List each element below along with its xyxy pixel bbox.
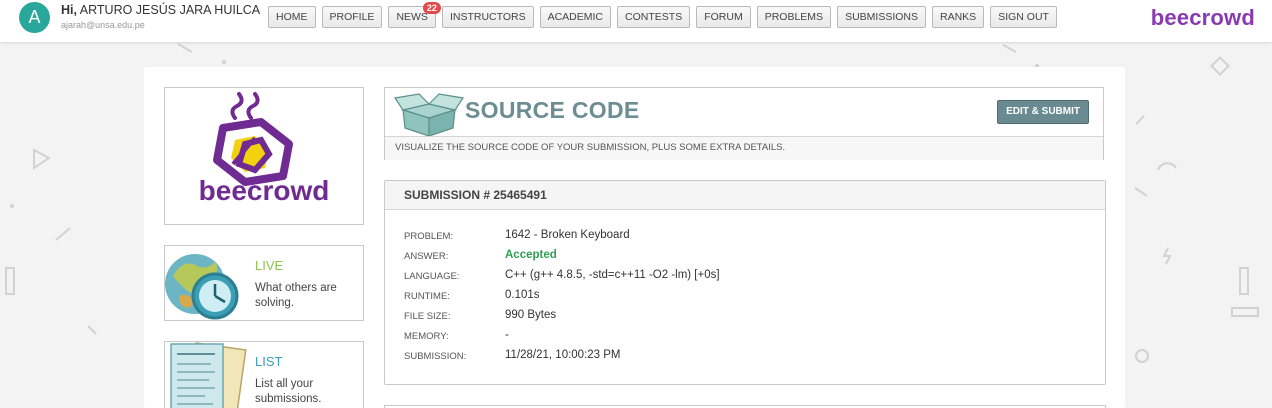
runtime-value: 0.101s	[505, 289, 540, 301]
detail-row-language: LANGUAGE: C++ (g++ 4.8.5, -std=c++11 -O2…	[404, 268, 1084, 288]
submission-details-box: SUBMISSION # 25465491 PROBLEM: 1642 - Br…	[384, 180, 1106, 385]
nav-home[interactable]: HOME	[268, 6, 316, 28]
memory-value: -	[505, 329, 509, 341]
document-list-icon	[170, 342, 247, 408]
brand-logo-box[interactable]: beecrowd	[164, 87, 364, 225]
edit-submit-button[interactable]: EDIT & SUBMIT	[997, 100, 1089, 124]
user-info: Hi, ARTURO JESÚS JARA HUILCA ajarah@unsa…	[61, 3, 260, 30]
detail-row-problem: PROBLEM: 1642 - Broken Keyboard	[404, 228, 1084, 248]
nav-profile[interactable]: PROFILE	[321, 6, 383, 28]
nav-contests[interactable]: CONTESTS	[617, 6, 691, 28]
detail-row-runtime: RUNTIME: 0.101s	[404, 288, 1084, 308]
live-description: What others are solving.	[255, 282, 337, 309]
detail-label: RUNTIME:	[404, 291, 450, 302]
detail-label: SUBMISSION:	[404, 351, 467, 362]
list-title: LIST	[255, 354, 283, 369]
nav-instructors-label: INSTRUCTORS	[449, 11, 526, 23]
nav-instructors[interactable]: INSTRUCTORS	[441, 6, 534, 28]
nav-problems[interactable]: PROBLEMS	[756, 6, 832, 28]
file-size-value: 990 Bytes	[505, 309, 557, 321]
detail-row-answer: ANSWER: Accepted	[404, 248, 1084, 268]
nav-submissions[interactable]: SUBMISSIONS	[837, 6, 926, 28]
avatar[interactable]: A	[19, 2, 50, 33]
nav-news[interactable]: NEWS 22	[388, 2, 441, 28]
problem-link[interactable]: 1642 - Broken Keyboard	[505, 229, 630, 241]
user-name: ARTURO JESÚS JARA HUILCA	[79, 3, 261, 17]
open-box-icon	[393, 93, 465, 137]
top-bar: A Hi, ARTURO JESÚS JARA HUILCA ajarah@un…	[0, 0, 1272, 42]
language-value: C++ (g++ 4.8.5, -std=c++11 -O2 -lm) [+0s…	[505, 269, 720, 281]
nav-academic-label: ACADEMIC	[547, 11, 604, 23]
detail-label: FILE SIZE:	[404, 311, 451, 322]
submission-heading: SUBMISSION # 25465491	[385, 181, 1105, 210]
nav-problems-label: PROBLEMS	[764, 11, 824, 23]
nav-home-label: HOME	[276, 11, 308, 23]
main-panel: beecrowd LIVE What others are solving. L…	[144, 67, 1125, 408]
nav-ranks[interactable]: RANKS	[932, 6, 985, 28]
brand-logo-top[interactable]: beecrowd	[1151, 5, 1255, 31]
nav-sign-out[interactable]: SIGN OUT	[990, 6, 1057, 28]
nav-news-label: NEWS	[396, 11, 428, 23]
detail-label: PROBLEM:	[404, 231, 454, 242]
main-nav: HOME PROFILE NEWS 22 INSTRUCTORS ACADEMIC…	[268, 2, 1063, 28]
news-count-badge: 22	[422, 2, 441, 14]
page-title: SOURCE CODE	[465, 97, 640, 123]
live-card[interactable]: LIVE What others are solving.	[164, 245, 364, 321]
detail-row-file-size: FILE SIZE: 990 Bytes	[404, 308, 1084, 328]
nav-profile-label: PROFILE	[329, 11, 375, 23]
nav-sign-out-label: SIGN OUT	[998, 11, 1049, 23]
user-name-line: Hi, ARTURO JESÚS JARA HUILCA	[61, 3, 260, 17]
answer-status: Accepted	[505, 249, 557, 261]
user-email: ajarah@unsa.edu.pe	[61, 20, 145, 30]
page-subtitle: VISUALIZE THE SOURCE CODE OF YOUR SUBMIS…	[385, 136, 1103, 160]
nav-forum[interactable]: FORUM	[696, 6, 751, 28]
nav-ranks-label: RANKS	[940, 11, 977, 23]
detail-row-memory: MEMORY: -	[404, 328, 1084, 348]
list-card[interactable]: LIST List all your submissions.	[164, 341, 364, 408]
detail-row-submission-date: SUBMISSION: 11/28/21, 10:00:23 PM	[404, 348, 1084, 368]
source-code-header: SOURCE CODE EDIT & SUBMIT VISUALIZE THE …	[384, 87, 1104, 160]
nav-submissions-label: SUBMISSIONS	[845, 11, 918, 23]
greeting: Hi,	[61, 3, 77, 17]
nav-contests-label: CONTESTS	[625, 11, 683, 23]
nav-forum-label: FORUM	[704, 11, 743, 23]
live-title: LIVE	[255, 258, 284, 273]
detail-label: ANSWER:	[404, 251, 449, 262]
detail-label: LANGUAGE:	[404, 271, 460, 282]
brand-logo-text: beecrowd	[198, 175, 330, 206]
nav-academic[interactable]: ACADEMIC	[539, 6, 612, 28]
list-description: List all your submissions.	[255, 378, 322, 405]
detail-label: MEMORY:	[404, 331, 449, 342]
submission-date-value: 11/28/21, 10:00:23 PM	[505, 349, 621, 361]
globe-clock-icon	[165, 254, 239, 320]
